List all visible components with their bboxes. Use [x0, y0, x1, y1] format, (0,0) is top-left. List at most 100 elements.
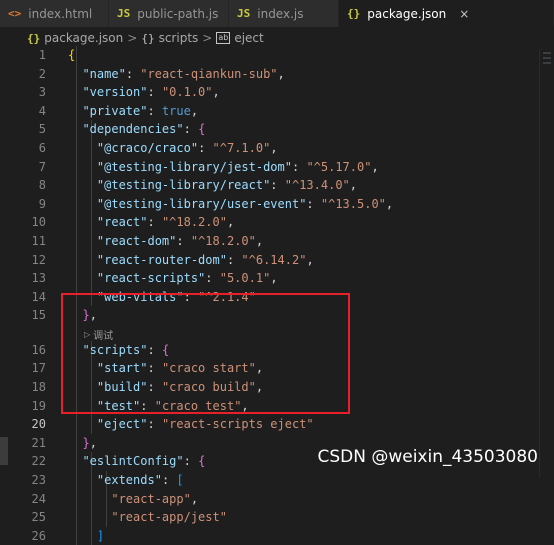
- breadcrumb-file[interactable]: package.json: [44, 31, 123, 45]
- code-line[interactable]: 26 ]: [0, 527, 540, 545]
- code-token: :: [205, 271, 220, 286]
- code-token: :: [306, 196, 321, 211]
- code-token: "private": [82, 103, 148, 118]
- code-token: "react-scripts": [96, 271, 206, 286]
- code-text: "eject": "react-scripts eject": [68, 415, 314, 434]
- code-line[interactable]: 3 "version": "0.1.0",: [0, 83, 540, 102]
- code-token: :: [198, 141, 213, 155]
- code-line[interactable]: 25 "react-app/jest": [0, 508, 540, 527]
- code-line[interactable]: 11 "react-dom": "^18.2.0",: [0, 232, 540, 251]
- code-line[interactable]: 10 "react": "^18.2.0",: [0, 213, 540, 232]
- code-text: "version": "0.1.0",: [68, 83, 220, 102]
- line-number: 7: [38, 159, 46, 174]
- code-token: "react-app": [111, 491, 191, 506]
- line-number: 17: [31, 361, 46, 376]
- code-token: "react": [96, 215, 148, 230]
- line-number: 23: [31, 473, 46, 487]
- code-token: "^18.2.0": [161, 215, 227, 230]
- code-line[interactable]: 7 "@testing-library/jest-dom": "^5.17.0"…: [0, 158, 540, 177]
- code-token: ,: [212, 85, 220, 100]
- code-line[interactable]: 6 "@craco/craco": "^7.1.0",: [0, 139, 540, 158]
- code-token: ,: [89, 435, 97, 450]
- code-token: ,: [349, 178, 358, 193]
- code-line[interactable]: 24 "react-app",: [0, 490, 540, 509]
- code-token: :: [183, 454, 199, 469]
- breadcrumb-scripts[interactable]: scripts: [159, 31, 199, 45]
- code-text: "@testing-library/jest-dom": "^5.17.0",: [68, 158, 379, 177]
- code-text: "name": "react-qiankun-sub",: [68, 65, 284, 84]
- line-number: 24: [31, 491, 46, 506]
- code-token: "react-app/jest": [111, 510, 227, 525]
- code-token: ,: [270, 271, 278, 286]
- json-file-icon: {}: [27, 31, 41, 45]
- code-text: },: [68, 434, 97, 453]
- code-token: "extends": [96, 473, 162, 487]
- code-text: {: [68, 46, 75, 65]
- close-icon[interactable]: ×: [459, 7, 469, 21]
- code-line[interactable]: 2 "name": "react-qiankun-sub",: [0, 65, 540, 84]
- code-line[interactable]: 5 "dependencies": {: [0, 120, 540, 139]
- tab-index-html[interactable]: <> index.html: [0, 0, 109, 27]
- breadcrumb-eject[interactable]: eject: [234, 31, 263, 45]
- line-number: 26: [31, 528, 46, 543]
- breadcrumb-separator: >: [202, 31, 213, 45]
- json-file-icon: {}: [347, 7, 361, 20]
- watermark: CSDN @weixin_43503080: [317, 447, 538, 467]
- code-line[interactable]: 9 "@testing-library/user-event": "^13.5.…: [0, 195, 540, 214]
- code-token: "eslintConfig": [82, 454, 184, 469]
- tab-package-json[interactable]: {} package.json ×: [339, 0, 554, 27]
- breadcrumb-separator: >: [127, 31, 138, 45]
- code-text: "react-dom": "^18.2.0",: [68, 232, 263, 251]
- code-text: "private": true,: [68, 102, 198, 121]
- code-text: ]: [68, 527, 104, 545]
- code-line[interactable]: 23 "extends": [: [0, 471, 540, 490]
- activity-bar-edge: [0, 437, 8, 465]
- tab-public-path-js[interactable]: JS public-path.js: [109, 0, 229, 27]
- code-token: [: [176, 473, 184, 487]
- code-text: "react": "^18.2.0",: [68, 213, 234, 232]
- line-number: 20: [31, 417, 46, 432]
- tab-label: index.html: [28, 6, 93, 21]
- minimap-scrollbar[interactable]: [539, 49, 554, 477]
- code-token: ,: [270, 141, 278, 155]
- line-number: 13: [31, 271, 46, 286]
- code-token: "react-dom": [96, 234, 177, 248]
- tab-bar: <> index.html JS public-path.js JS index.js {}…: [0, 0, 554, 28]
- code-token: :: [183, 122, 199, 137]
- code-line[interactable]: 20 "eject": "react-scripts eject": [0, 415, 540, 434]
- code-line[interactable]: 13 "react-scripts": "5.0.1",: [0, 269, 540, 288]
- code-line[interactable]: 12 "react-router-dom": "^6.14.2",: [0, 251, 540, 270]
- tab-index-js[interactable]: JS index.js: [229, 0, 339, 27]
- code-text: "react-app",: [68, 490, 198, 509]
- line-number: 2: [38, 66, 46, 81]
- line-number: 3: [38, 85, 46, 100]
- code-token: :: [147, 417, 162, 432]
- code-token: "^13.5.0": [320, 196, 386, 211]
- line-number: 15: [31, 308, 46, 323]
- code-token: true: [161, 103, 191, 118]
- js-file-icon: JS: [237, 7, 251, 20]
- line-number: 16: [31, 342, 46, 357]
- code-line[interactable]: 1{: [0, 46, 540, 65]
- code-token: :: [161, 473, 177, 487]
- code-line[interactable]: 8 "@testing-library/react": "^13.4.0",: [0, 176, 540, 195]
- code-token: :: [125, 66, 141, 81]
- code-token: "5.0.1": [219, 271, 271, 286]
- code-line[interactable]: 4 "private": true,: [0, 102, 540, 121]
- code-token: ,: [190, 491, 199, 506]
- code-token: "^6.14.2": [241, 252, 307, 267]
- tab-label: public-path.js: [137, 6, 219, 21]
- line-number: 4: [38, 103, 46, 118]
